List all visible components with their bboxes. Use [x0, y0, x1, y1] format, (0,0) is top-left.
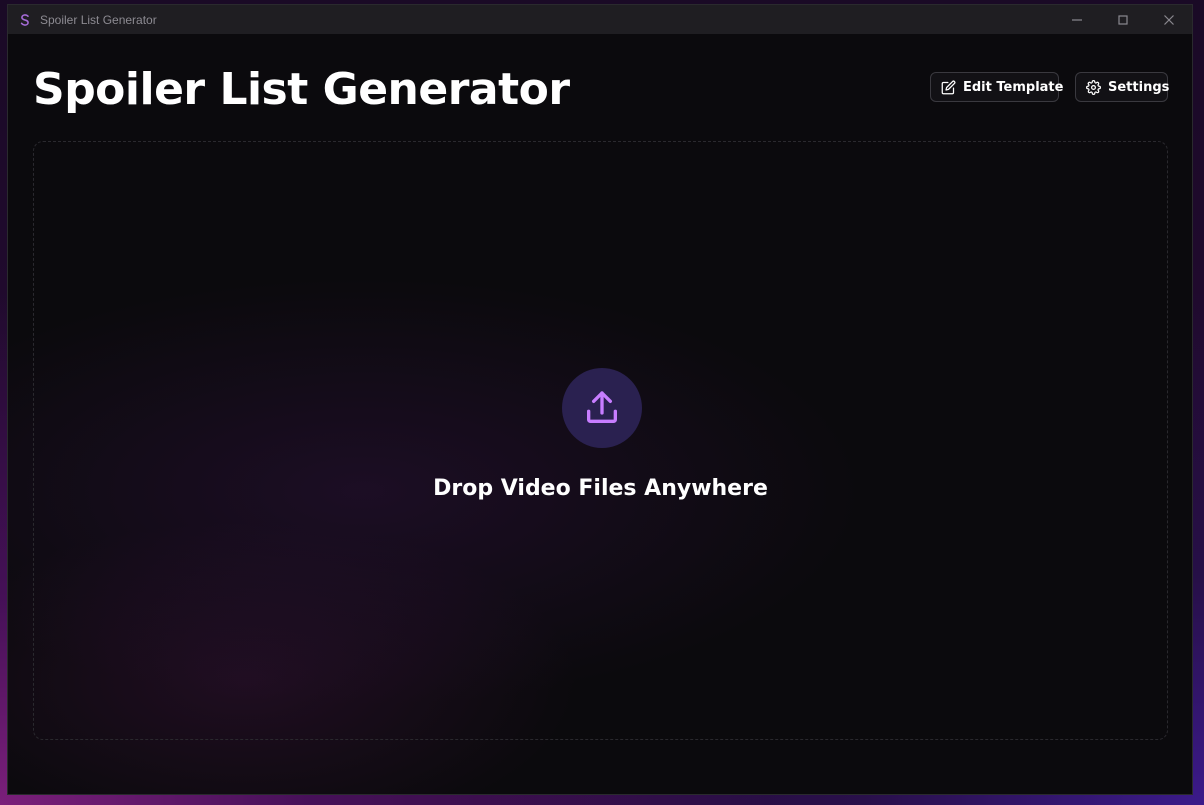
window-controls — [1054, 5, 1192, 34]
settings-label: Settings — [1108, 79, 1170, 95]
minimize-button[interactable] — [1054, 5, 1100, 34]
edit-template-button[interactable]: Edit Template — [930, 72, 1063, 102]
title-bar[interactable]: Spoiler List Generator — [8, 5, 1192, 34]
maximize-button[interactable] — [1100, 5, 1146, 34]
window-title: Spoiler List Generator — [40, 12, 157, 27]
upload-icon-badge — [562, 368, 642, 448]
minimize-icon — [1072, 18, 1082, 21]
drop-zone-label: Drop Video Files Anywhere — [433, 476, 768, 501]
close-button[interactable] — [1146, 5, 1192, 34]
upload-icon — [587, 391, 617, 423]
s-logo-icon — [18, 13, 32, 27]
main-content: Spoiler List Generator Edit Template Set… — [8, 34, 1192, 794]
edit-template-label: Edit Template — [963, 79, 1064, 95]
maximize-icon — [1118, 14, 1128, 25]
app-window: Spoiler List Generator Spoiler List Gene… — [7, 4, 1193, 795]
edit-icon — [941, 80, 956, 95]
file-drop-zone[interactable]: Drop Video Files Anywhere — [33, 141, 1168, 740]
close-icon — [1164, 14, 1174, 25]
settings-button[interactable]: Settings — [1075, 72, 1170, 102]
gear-icon — [1086, 79, 1101, 95]
page-title: Spoiler List Generator — [33, 64, 570, 115]
